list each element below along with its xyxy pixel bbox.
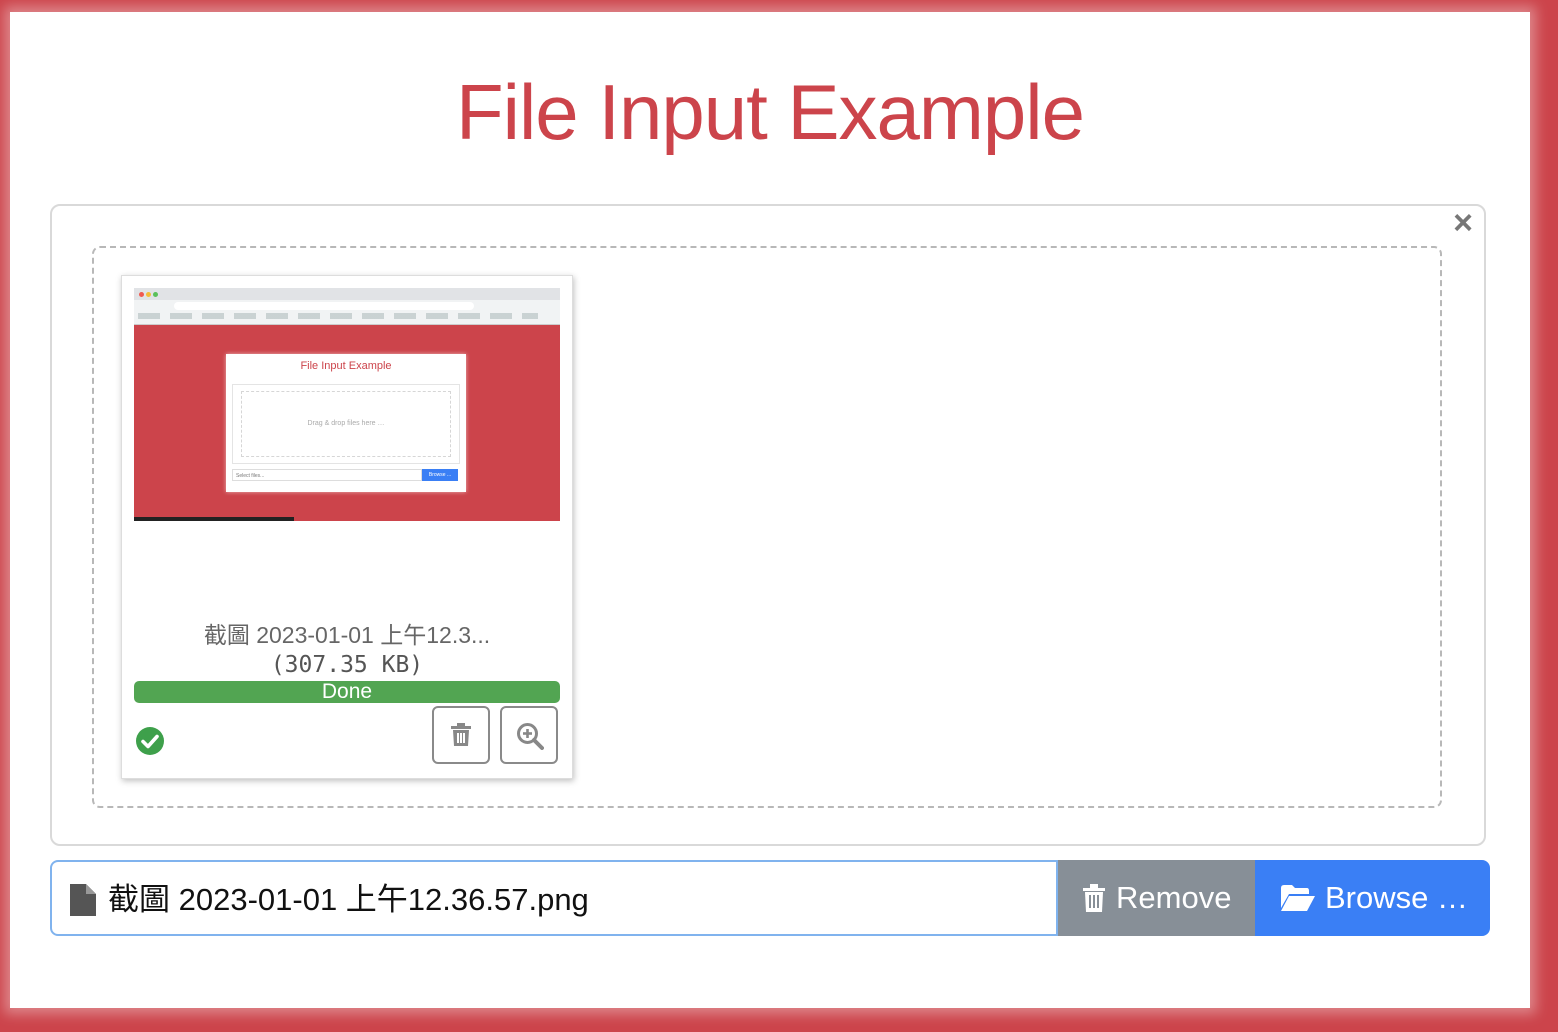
image-preview: File Input Example Drag & drop files her… bbox=[134, 288, 560, 521]
remove-button-label: Remove bbox=[1116, 880, 1232, 915]
preview-tabbar bbox=[134, 288, 560, 300]
zoom-in-icon bbox=[517, 723, 544, 750]
drop-zone[interactable]: File Input Example Drag & drop files her… bbox=[92, 246, 1442, 808]
file-caption-field[interactable]: 截圖 2023-01-01 上午12.36.57.png bbox=[50, 860, 1058, 936]
preview-panel: Drag & drop files here … bbox=[232, 384, 460, 464]
progress-bar: Done bbox=[134, 681, 560, 703]
preview-browser-chrome bbox=[134, 288, 560, 325]
upload-progress: Done bbox=[134, 681, 560, 703]
preview-bookmarks bbox=[138, 313, 538, 319]
browse-button-label: Browse … bbox=[1325, 880, 1468, 915]
file-caption: 截圖 2023-01-01 上午12.3... bbox=[203, 622, 491, 648]
preview-select-input: Select files... bbox=[232, 469, 422, 481]
page-title: File Input Example bbox=[456, 68, 1085, 156]
file-icon bbox=[70, 884, 96, 916]
file-size: (307.35 KB) bbox=[270, 652, 424, 678]
folder-open-icon bbox=[1281, 885, 1315, 911]
file-input-group: 截圖 2023-01-01 上午12.36.57.png Remove Brow… bbox=[50, 860, 1490, 936]
remove-button[interactable]: Remove bbox=[1058, 860, 1255, 936]
preview-title: File Input Example bbox=[300, 360, 392, 372]
zoom-file-button[interactable] bbox=[500, 706, 558, 764]
preview-browse-button: Browse ... bbox=[422, 469, 458, 481]
preview-taskbar bbox=[134, 517, 294, 521]
check-circle-icon bbox=[136, 727, 164, 755]
page: File Input Example × File Input Example … bbox=[10, 12, 1530, 1008]
file-thumbnail: File Input Example Drag & drop files her… bbox=[121, 275, 573, 779]
remove-file-button[interactable] bbox=[432, 706, 490, 764]
browse-button[interactable]: Browse … bbox=[1255, 860, 1490, 936]
file-caption-text: 截圖 2023-01-01 上午12.36.57.png bbox=[108, 882, 589, 917]
preview-drop-hint: Drag & drop files here … bbox=[241, 391, 451, 457]
preview-card: File Input Example Drag & drop files her… bbox=[226, 354, 466, 492]
trash-icon bbox=[451, 723, 471, 746]
preview-urlbar bbox=[174, 302, 474, 310]
trash-icon bbox=[1083, 884, 1105, 912]
close-icon[interactable]: × bbox=[1448, 206, 1478, 240]
file-preview-panel: × File Input Example Drag & drop files h… bbox=[50, 204, 1486, 846]
